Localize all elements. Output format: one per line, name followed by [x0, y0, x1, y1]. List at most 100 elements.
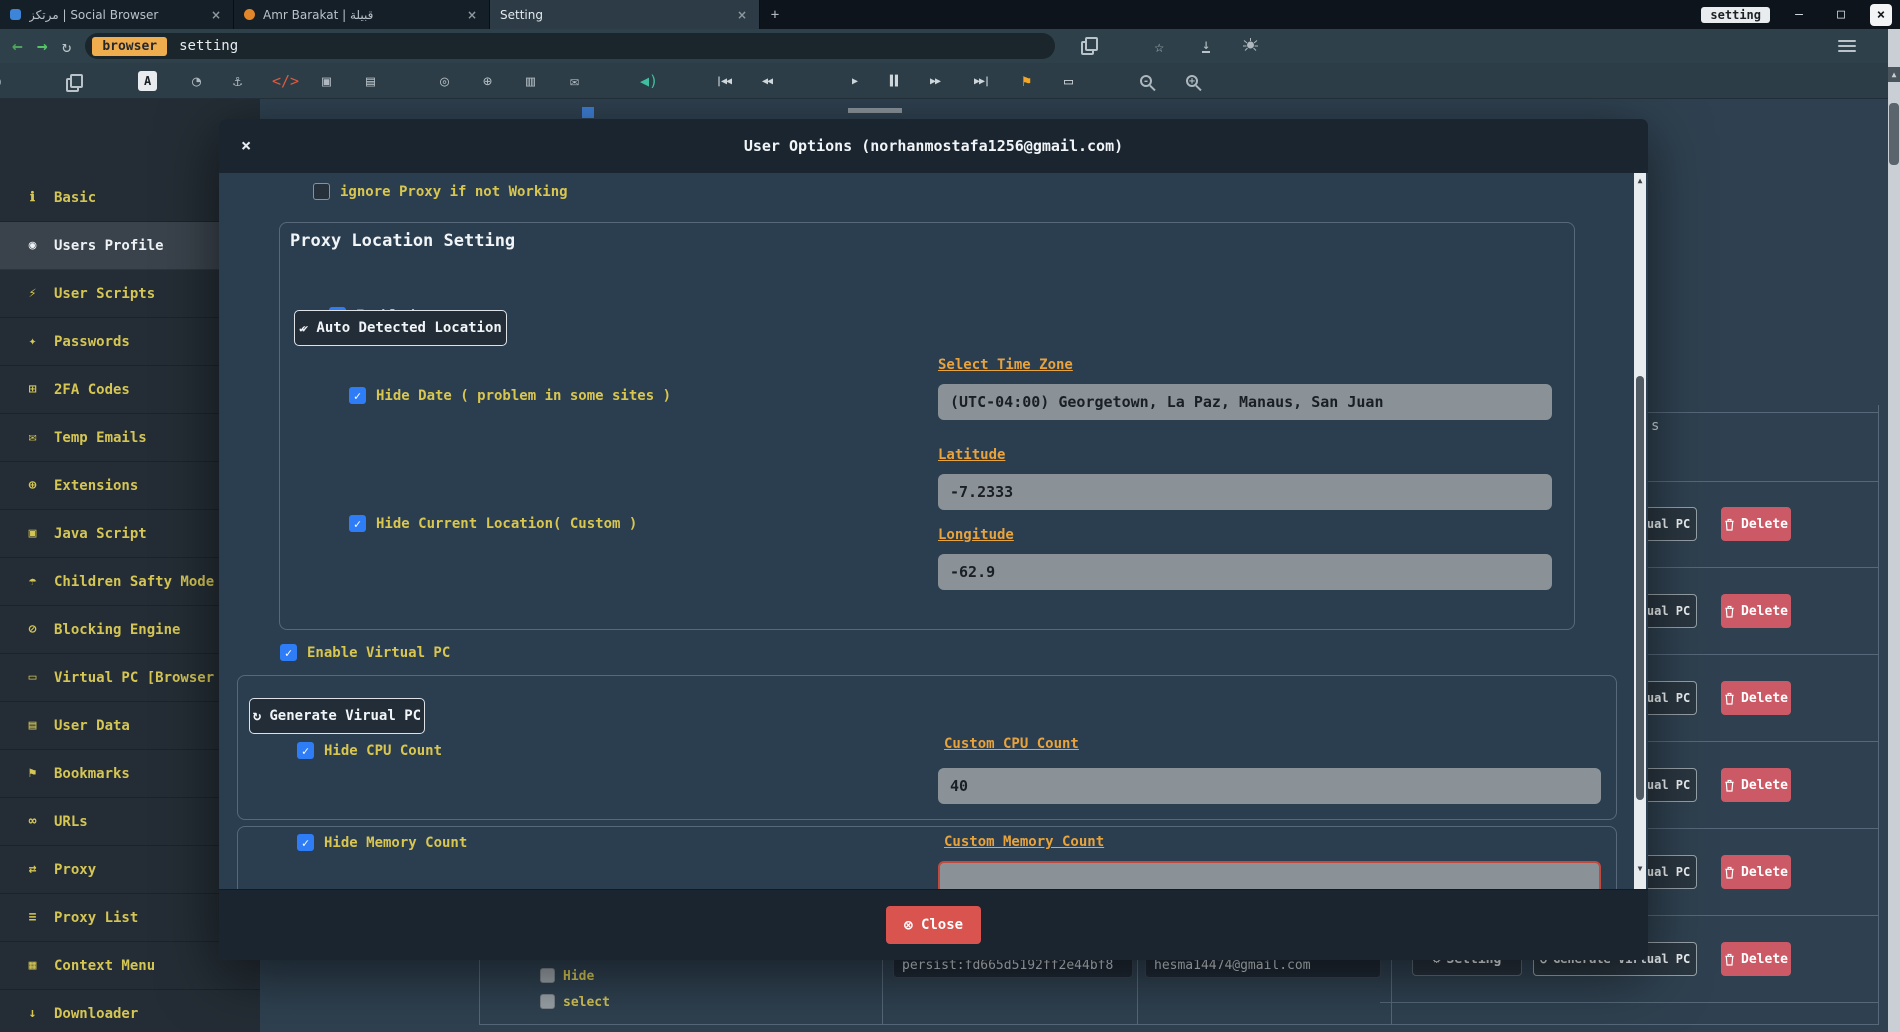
latitude-label[interactable]: Latitude: [938, 447, 1005, 463]
row-delete-button[interactable]: Delete: [1721, 681, 1791, 715]
browser-tab-setting[interactable]: Setting ×: [490, 0, 760, 29]
checkbox-box[interactable]: [349, 515, 366, 532]
pause-icon[interactable]: ▌▌: [890, 63, 900, 99]
checkbox-box[interactable]: [297, 742, 314, 759]
browser-tab-social[interactable]: مرتكز | Social Browser ×: [0, 0, 234, 29]
hide-cpu-count-checkbox[interactable]: Hide CPU Count: [297, 742, 442, 759]
hide-date-checkbox[interactable]: Hide Date ( problem in some sites ): [349, 387, 671, 404]
save-icon[interactable]: ▤: [366, 63, 375, 99]
star-icon[interactable]: ☆: [1154, 37, 1164, 56]
timezone-label[interactable]: Select Time Zone: [938, 357, 1073, 373]
auto-detected-location-button[interactable]: ✔✔ Auto Detected Location: [294, 310, 507, 346]
ignore-proxy-checkbox[interactable]: ignore Proxy if not Working: [313, 183, 568, 200]
checkbox-label: Hide Date ( problem in some sites ): [376, 388, 671, 404]
sidebar-item-icon: ⊞: [24, 382, 41, 397]
enable-virtual-pc-checkbox[interactable]: Enable Virtual PC: [280, 644, 450, 661]
sidebar-item-icon: ⚡: [24, 286, 41, 301]
globe-icon[interactable]: ⊕: [483, 63, 492, 99]
sidebar-item-label: Bookmarks: [54, 766, 130, 782]
location-pin-icon[interactable]: ◎: [440, 63, 449, 99]
latitude-input[interactable]: [938, 474, 1552, 510]
skip-end-icon[interactable]: ▶▶|: [974, 63, 989, 99]
select-checkbox[interactable]: [540, 994, 555, 1009]
zoom-in-icon[interactable]: +: [1186, 63, 1198, 99]
tab-close-icon[interactable]: ×: [209, 8, 223, 22]
code-icon[interactable]: </>: [272, 63, 299, 99]
sidebar-item-icon: ✦: [24, 334, 41, 349]
hide-memory-count-checkbox[interactable]: Hide Memory Count: [297, 834, 467, 851]
window-scrollbar[interactable]: ▲: [1888, 29, 1900, 1032]
duplicate-icon[interactable]: [66, 63, 79, 99]
hide-checkbox[interactable]: [540, 968, 555, 983]
hidden-content-fragment: [848, 108, 902, 113]
close-window-button[interactable]: ×: [1870, 4, 1892, 26]
hidden-content-fragment: [582, 107, 594, 118]
checkbox-box[interactable]: [280, 644, 297, 661]
longitude-label[interactable]: Longitude: [938, 527, 1014, 543]
tab-close-icon[interactable]: ×: [465, 8, 479, 22]
select-checkbox-label: select: [563, 995, 610, 1010]
new-tab-button[interactable]: +: [760, 0, 790, 29]
row-delete-button[interactable]: Delete: [1721, 942, 1791, 976]
modal-close-icon[interactable]: ×: [241, 136, 251, 156]
cart-icon[interactable]: ▥: [526, 63, 535, 99]
speaker-icon[interactable]: ◀): [640, 63, 658, 99]
trash-icon: [1724, 518, 1735, 531]
custom-cpu-count-label[interactable]: Custom CPU Count: [944, 736, 1079, 752]
refresh-button[interactable]: ↻: [62, 37, 72, 56]
row-delete-button[interactable]: Delete: [1721, 855, 1791, 889]
flag-icon[interactable]: ⚑: [1022, 63, 1031, 99]
forward-button[interactable]: →: [37, 36, 48, 57]
window-scrollbar-thumb[interactable]: [1889, 103, 1899, 165]
play-icon[interactable]: ▶: [852, 63, 857, 99]
custom-cpu-count-input[interactable]: [938, 768, 1601, 804]
minimize-button[interactable]: —: [1786, 7, 1812, 22]
timezone-input[interactable]: [938, 384, 1552, 420]
profile-icon[interactable]: ◉: [0, 63, 1, 99]
skip-start-icon[interactable]: |◀◀: [716, 63, 731, 99]
row-delete-button[interactable]: Delete: [1721, 594, 1791, 628]
copy-icon[interactable]: [1081, 37, 1094, 56]
sidebar-item-label: Proxy List: [54, 910, 138, 926]
trash-icon: [1724, 953, 1735, 966]
scroll-up-icon[interactable]: ▲: [1634, 176, 1646, 185]
fast-forward-icon[interactable]: ▶▶: [930, 63, 940, 99]
row-delete-button[interactable]: Delete: [1721, 768, 1791, 802]
sidebar-item-icon: ≡: [24, 910, 41, 925]
mail-icon[interactable]: ✉: [570, 63, 579, 99]
scroll-up-icon[interactable]: ▲: [1888, 67, 1900, 82]
sidebar-item-label: Extensions: [54, 478, 138, 494]
row-delete-button[interactable]: Delete: [1721, 507, 1791, 541]
modal-scrollbar[interactable]: ▲ ▼: [1634, 173, 1646, 889]
zoom-out-icon[interactable]: -: [1140, 63, 1152, 99]
menu-icon[interactable]: [1838, 40, 1856, 52]
download-icon[interactable]: ↓: [1202, 39, 1210, 53]
modal-scrollbar-thumb[interactable]: [1636, 376, 1644, 800]
hide-current-location-checkbox[interactable]: Hide Current Location( Custom ): [349, 515, 637, 532]
camera-icon[interactable]: ▣: [322, 63, 331, 99]
browser-tab-amr-barakat[interactable]: Amr Barakat | قبيلة ×: [234, 0, 490, 29]
tab-close-icon[interactable]: ×: [735, 8, 749, 22]
back-button[interactable]: ←: [12, 36, 23, 57]
address-bar[interactable]: browser setting: [85, 33, 1055, 59]
generate-virtual-pc-button[interactable]: ↻ Generate Virual PC: [249, 698, 425, 734]
checkbox-box[interactable]: [313, 183, 330, 200]
close-modal-button[interactable]: ⊗ Close: [886, 906, 981, 944]
checkbox-box[interactable]: [297, 834, 314, 851]
sidebar-item-label: User Data: [54, 718, 130, 734]
custom-memory-count-label[interactable]: Custom Memory Count: [944, 834, 1104, 850]
gauge-icon[interactable]: ◔: [192, 63, 201, 99]
sidebar-item-downloader[interactable]: ↓ Downloader: [0, 990, 260, 1032]
longitude-input[interactable]: [938, 554, 1552, 590]
anchor-icon[interactable]: ⚓: [233, 63, 242, 99]
sidebar-item-icon: ▤: [24, 718, 41, 733]
translate-icon[interactable]: A: [138, 71, 157, 91]
monitor-icon[interactable]: ▭: [1064, 63, 1073, 99]
custom-memory-count-input[interactable]: [938, 861, 1601, 889]
bug-icon[interactable]: [1242, 37, 1259, 56]
checkbox-box[interactable]: [349, 387, 366, 404]
maximize-button[interactable]: □: [1828, 7, 1854, 22]
scroll-down-icon[interactable]: ▼: [1634, 864, 1646, 873]
modal-header: × User Options (norhanmostafa1256@gmail.…: [219, 119, 1648, 173]
rewind-icon[interactable]: ◀◀: [762, 63, 772, 99]
